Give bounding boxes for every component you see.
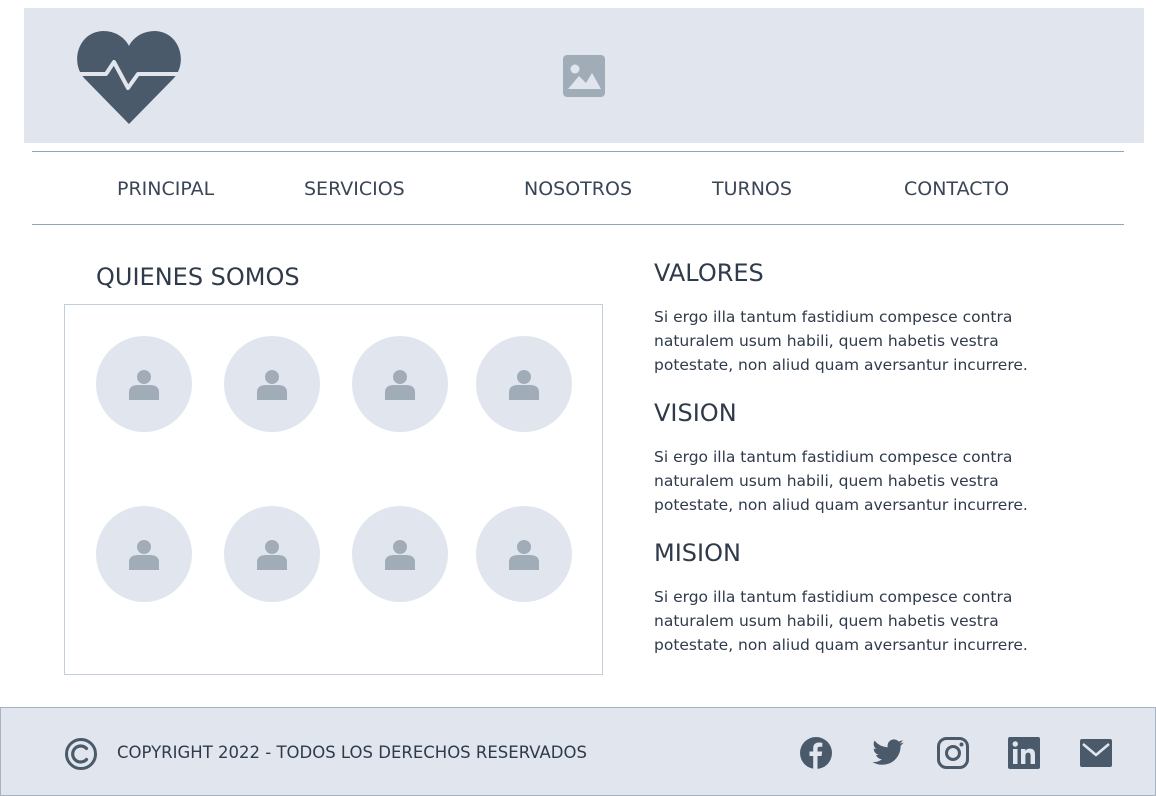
linkedin-icon[interactable]	[1007, 736, 1041, 770]
heart-pulse-icon[interactable]	[76, 28, 182, 126]
mission-title: MISION	[654, 539, 741, 567]
main-nav: PRINCIPAL SERVICIOS NOSOTROS TURNOS CONT…	[32, 151, 1124, 225]
user-icon	[385, 540, 415, 570]
nav-item-turnos[interactable]: TURNOS	[712, 178, 792, 200]
user-icon	[257, 370, 287, 400]
team-member-avatar[interactable]	[352, 336, 448, 432]
user-icon	[385, 370, 415, 400]
image-placeholder-icon	[563, 55, 605, 97]
team-member-avatar[interactable]	[352, 506, 448, 602]
copyright-text: COPYRIGHT 2022 - TODOS LOS DERECHOS RESE…	[117, 743, 587, 762]
team-member-avatar[interactable]	[476, 336, 572, 432]
user-icon	[509, 540, 539, 570]
nav-item-servicios[interactable]: SERVICIOS	[304, 178, 405, 200]
values-text: Si ergo illa tantum fastidium compesce c…	[654, 308, 1028, 374]
instagram-icon[interactable]	[936, 736, 970, 770]
team-member-avatar[interactable]	[96, 336, 192, 432]
vision-title: VISION	[654, 399, 737, 427]
team-title: QUIENES SOMOS	[96, 263, 300, 291]
nav-item-contacto[interactable]: CONTACTO	[904, 178, 1009, 200]
user-icon	[509, 370, 539, 400]
values-title: VALORES	[654, 259, 764, 287]
user-icon	[129, 370, 159, 400]
team-member-avatar[interactable]	[224, 506, 320, 602]
footer: COPYRIGHT 2022 - TODOS LOS DERECHOS RESE…	[0, 707, 1156, 796]
vision-text: Si ergo illa tantum fastidium compesce c…	[654, 448, 1028, 514]
facebook-icon[interactable]	[799, 736, 833, 770]
user-icon	[129, 540, 159, 570]
mail-icon[interactable]	[1079, 736, 1113, 770]
mission-text: Si ergo illa tantum fastidium compesce c…	[654, 588, 1028, 654]
twitter-icon[interactable]	[871, 736, 905, 770]
header	[24, 8, 1144, 143]
nav-item-principal[interactable]: PRINCIPAL	[117, 178, 214, 200]
team-member-avatar[interactable]	[96, 506, 192, 602]
user-icon	[257, 540, 287, 570]
copyright-icon	[65, 738, 97, 770]
nav-item-nosotros[interactable]: NOSOTROS	[524, 178, 632, 200]
team-member-avatar[interactable]	[224, 336, 320, 432]
team-member-avatar[interactable]	[476, 506, 572, 602]
